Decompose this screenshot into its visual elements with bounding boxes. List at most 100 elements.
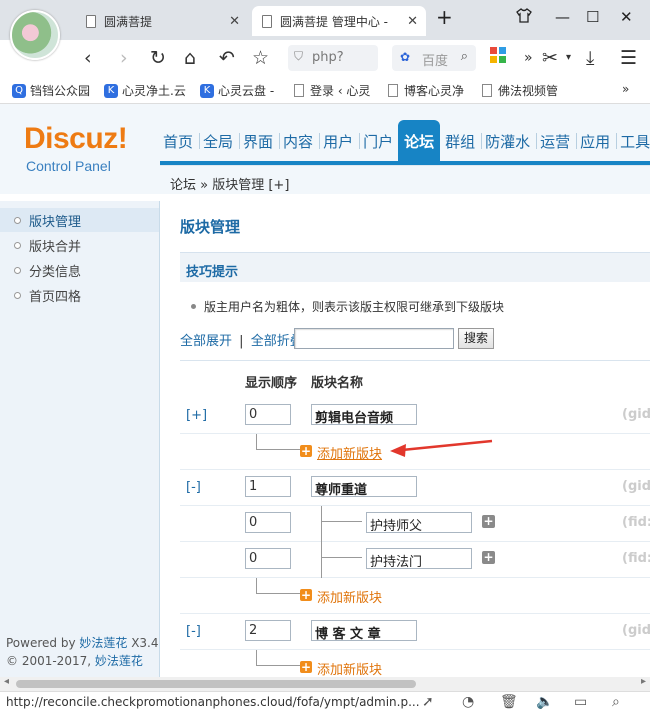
- add-icon[interactable]: +: [300, 445, 312, 457]
- zoom-icon[interactable]: ⌕: [612, 694, 620, 710]
- sidebar-item-category-info[interactable]: 分类信息: [0, 258, 159, 282]
- order-input[interactable]: 0: [245, 404, 291, 425]
- group-toggle[interactable]: [+]: [186, 408, 207, 423]
- board-name-input[interactable]: 护持师父: [366, 512, 472, 534]
- close-icon[interactable]: ✕: [229, 14, 240, 29]
- add-board-link[interactable]: 添加新版块: [317, 443, 382, 462]
- sidebar-item-home-grid[interactable]: 首页四格: [0, 283, 159, 307]
- horizontal-scrollbar[interactable]: ◂ ▸: [0, 676, 650, 691]
- shirt-icon[interactable]: [516, 8, 532, 27]
- forward-icon[interactable]: ›: [120, 46, 128, 70]
- nav-portal[interactable]: 门户: [356, 120, 396, 162]
- board-name-input[interactable]: 尊师重道: [311, 476, 417, 497]
- board-name-input[interactable]: 剪辑电台音频: [311, 404, 417, 425]
- add-subboard-icon[interactable]: +: [482, 551, 495, 564]
- bookmark-item[interactable]: Q 铛铛公众园: [12, 82, 96, 99]
- back-icon[interactable]: ‹: [84, 46, 92, 70]
- order-input[interactable]: 2: [245, 620, 291, 641]
- gid-label: (gid:: [622, 479, 650, 494]
- expand-collapse-links: 全部展开 | 全部折叠: [180, 330, 303, 349]
- scissors-icon[interactable]: ✂: [542, 46, 558, 70]
- breadcrumb[interactable]: 论坛 » 版块管理 [+]: [170, 174, 289, 193]
- group-toggle[interactable]: [-]: [186, 624, 201, 639]
- close-window-icon[interactable]: ✕: [620, 8, 633, 26]
- sidebar-item-label: 分类信息: [29, 264, 82, 280]
- order-input[interactable]: 0: [245, 512, 291, 533]
- more-chevron-icon[interactable]: »: [524, 46, 533, 70]
- download-icon[interactable]: ⤓: [586, 46, 594, 70]
- page-icon: [262, 14, 272, 28]
- trash-icon[interactable]: 🗑: [500, 694, 518, 710]
- address-bar[interactable]: ⛉ php?: [288, 45, 378, 71]
- order-input[interactable]: 0: [245, 548, 291, 569]
- group-toggle[interactable]: [-]: [186, 480, 201, 495]
- star-icon[interactable]: ☆: [252, 46, 269, 70]
- window-icon[interactable]: ▭: [574, 694, 587, 710]
- board-name-input[interactable]: 护持法门: [366, 548, 472, 570]
- add-board-link[interactable]: 添加新版块: [317, 587, 382, 606]
- nav-interface[interactable]: 界面: [236, 120, 276, 162]
- maximize-icon[interactable]: ☐: [586, 8, 599, 26]
- add-icon[interactable]: +: [300, 589, 312, 601]
- table-row: [-] 2 博 客 文 章 (gid:: [180, 614, 650, 650]
- profile-avatar[interactable]: [10, 10, 60, 60]
- tree-connector: [256, 578, 300, 594]
- dropdown-icon[interactable]: ▾: [566, 46, 571, 70]
- nav-global[interactable]: 全局: [196, 120, 236, 162]
- home-icon[interactable]: ⌂: [184, 46, 196, 70]
- add-icon[interactable]: +: [300, 661, 312, 673]
- new-tab-icon[interactable]: +: [436, 5, 453, 29]
- nav-home[interactable]: 首页: [160, 120, 196, 162]
- undo-icon[interactable]: ↶: [219, 46, 235, 70]
- expand-all-link[interactable]: 全部展开: [180, 334, 232, 349]
- tip-text: 版主用户名为粗体，则表示该版主权限可继承到下级版块: [204, 300, 505, 314]
- scroll-right-icon[interactable]: ▸: [641, 676, 646, 687]
- page-icon: [86, 14, 96, 28]
- tab-yuanman[interactable]: 圆满菩提 ✕: [76, 6, 248, 36]
- browser-search-box[interactable]: ✿ 百度 ⌕: [392, 45, 476, 71]
- nav-operations[interactable]: 运营: [533, 120, 573, 162]
- apps-icon[interactable]: [490, 46, 506, 70]
- nav-content[interactable]: 内容: [276, 120, 316, 162]
- rocket-icon[interactable]: ➚: [422, 694, 434, 710]
- top-nav: 首页 全局 界面 内容 用户 门户 论坛 群组 防灌水 运营 应用 工具: [160, 120, 650, 162]
- bookmark-item[interactable]: K 心灵净土.云: [104, 82, 190, 99]
- more-bookmarks-icon[interactable]: »: [622, 82, 629, 96]
- bookmark-item[interactable]: 佛法视频管: [482, 82, 562, 99]
- sidebar-item-board-manage[interactable]: 版块管理: [0, 208, 159, 232]
- add-board-link[interactable]: 添加新版块: [317, 659, 382, 677]
- search-icon[interactable]: ⌕: [461, 49, 468, 64]
- board-name-input[interactable]: 博 客 文 章: [311, 620, 417, 641]
- logo-subtitle: Control Panel: [26, 158, 111, 174]
- sidebar: 版块管理 版块合并 分类信息 首页四格 Powered by 妙法莲花 X3.4…: [0, 194, 160, 677]
- discuz-logo[interactable]: Discuz!: [24, 122, 128, 156]
- nav-apps[interactable]: 应用: [573, 120, 613, 162]
- speed-icon[interactable]: ◔: [462, 694, 474, 710]
- reload-icon[interactable]: ↻: [150, 46, 166, 70]
- search-button[interactable]: 搜索: [458, 328, 494, 349]
- tab-admin-center[interactable]: 圆满菩提 管理中心 - ✕: [252, 6, 426, 36]
- scroll-left-icon[interactable]: ◂: [4, 676, 9, 687]
- menu-icon[interactable]: ☰: [620, 46, 637, 70]
- minimize-icon[interactable]: —: [555, 8, 570, 26]
- sidebar-item-board-merge[interactable]: 版块合并: [0, 233, 159, 257]
- powered-link[interactable]: 妙法莲花: [79, 636, 127, 650]
- bookmark-item[interactable]: 登录 ‹ 心灵: [294, 82, 378, 99]
- speaker-icon[interactable]: 🔈: [536, 694, 553, 710]
- nav-groups[interactable]: 群组: [442, 120, 478, 162]
- nav-users[interactable]: 用户: [316, 120, 356, 162]
- nav-tools[interactable]: 工具: [613, 120, 650, 162]
- nav-forum[interactable]: 论坛: [398, 120, 441, 162]
- scroll-thumb[interactable]: [16, 680, 416, 688]
- close-icon[interactable]: ✕: [407, 14, 418, 29]
- fid-label: (fid:: [622, 551, 650, 566]
- copyright-link[interactable]: 妙法莲花: [95, 654, 143, 668]
- order-input[interactable]: 1: [245, 476, 291, 497]
- bookmark-item[interactable]: K 心灵云盘 -: [200, 82, 284, 99]
- add-subboard-icon[interactable]: +: [482, 515, 495, 528]
- bookmark-item[interactable]: 博客心灵净: [388, 82, 472, 99]
- sidebar-divider: [0, 194, 160, 201]
- nav-antispam[interactable]: 防灌水: [478, 120, 533, 162]
- board-search-input[interactable]: [294, 328, 454, 349]
- bookmark-label: 铛铛公众园: [30, 84, 91, 98]
